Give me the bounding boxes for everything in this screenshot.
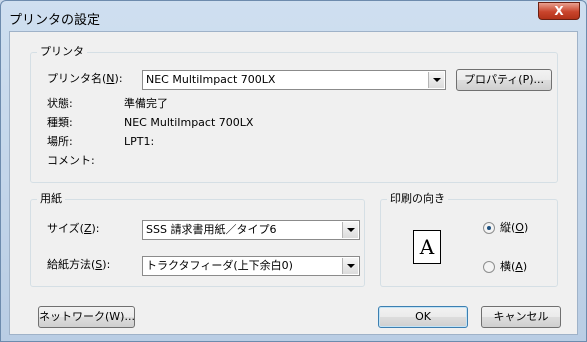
portrait-radio[interactable] <box>483 222 495 234</box>
properties-button[interactable]: プロパティ(P)... <box>456 69 552 91</box>
location-label: 場所: <box>47 135 73 148</box>
dialog-body: プリンタ プリンタ名(N): NEC MultiImpact 700LX プロパ… <box>9 31 578 335</box>
chevron-down-icon[interactable] <box>428 72 444 88</box>
printer-name-select[interactable]: NEC MultiImpact 700LX <box>142 70 446 90</box>
type-label: 種類: <box>47 116 73 129</box>
paper-size-select[interactable]: SSS 請求書用紙／タイプ6 <box>142 220 360 240</box>
location-value: LPT1: <box>124 135 155 148</box>
landscape-label[interactable]: 横(A) <box>500 260 527 274</box>
paper-group-label: 用紙 <box>37 192 65 206</box>
paper-source-label: 給紙方法(S): <box>47 258 111 271</box>
close-button[interactable]: X <box>538 2 580 20</box>
orientation-group: 印刷の向き A 縦(O) 横(A) <box>380 192 558 287</box>
chevron-down-icon[interactable] <box>342 222 358 238</box>
paper-group: 用紙 サイズ(Z): SSS 請求書用紙／タイプ6 給紙方法(S): トラクタフ… <box>30 192 365 287</box>
chevron-down-icon[interactable] <box>342 258 358 274</box>
landscape-radio[interactable] <box>483 261 495 273</box>
paper-size-label: サイズ(Z): <box>47 222 100 235</box>
ok-button[interactable]: OK <box>378 306 468 328</box>
network-button[interactable]: ネットワーク(W)... <box>38 306 135 328</box>
paper-size-value: SSS 請求書用紙／タイプ6 <box>146 223 277 236</box>
printer-group: プリンタ プリンタ名(N): NEC MultiImpact 700LX プロパ… <box>30 45 558 183</box>
printer-name-value: NEC MultiImpact 700LX <box>146 73 276 86</box>
portrait-label[interactable]: 縦(O) <box>500 221 528 235</box>
printer-settings-window: プリンタの設定 X プリンタ プリンタ名(N): NEC MultiImpact… <box>0 0 587 342</box>
cancel-button[interactable]: キャンセル <box>481 306 561 328</box>
printer-group-label: プリンタ <box>37 45 87 59</box>
paper-source-value: トラクタフィーダ(上下余白0) <box>146 259 293 272</box>
portrait-page-icon: A <box>413 230 441 264</box>
orientation-group-label: 印刷の向き <box>387 192 448 206</box>
paper-source-select[interactable]: トラクタフィーダ(上下余白0) <box>142 256 360 276</box>
status-value: 準備完了 <box>124 97 168 110</box>
title-bar: プリンタの設定 X <box>1 1 586 31</box>
window-title: プリンタの設定 <box>9 13 101 28</box>
comment-label: コメント: <box>47 154 95 167</box>
printer-name-label: プリンタ名(N): <box>47 72 123 85</box>
status-label: 状態: <box>47 97 73 110</box>
type-value: NEC MultiImpact 700LX <box>124 116 254 129</box>
